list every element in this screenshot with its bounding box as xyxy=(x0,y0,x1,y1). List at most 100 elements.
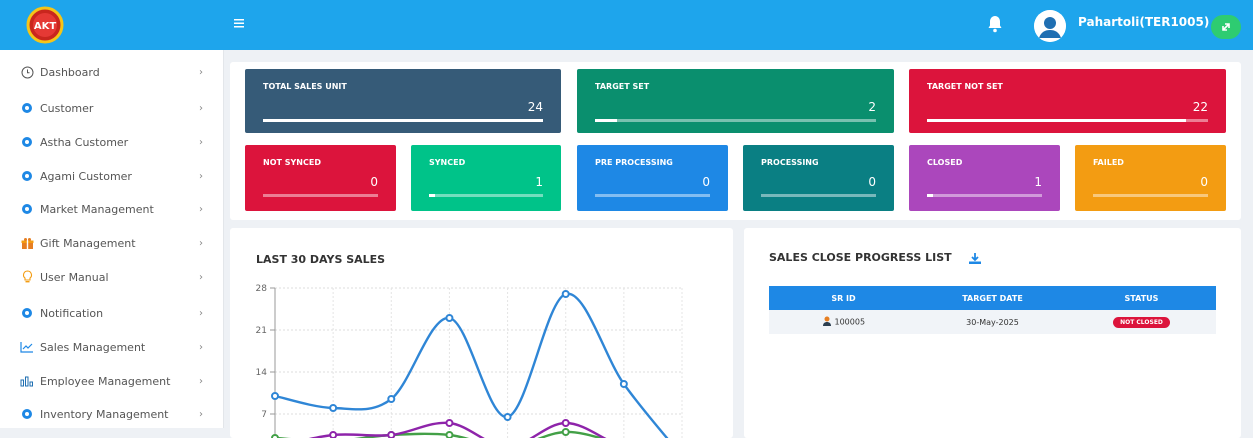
card-target-not-set[interactable]: TARGET NOT SET 22 xyxy=(909,69,1226,133)
data-point xyxy=(503,413,512,421)
data-point xyxy=(387,395,396,403)
chevron-right-icon: › xyxy=(199,102,203,114)
sidebar-item-customer[interactable]: Customer › xyxy=(0,91,224,125)
y-tick-label: 28 xyxy=(256,284,268,294)
close-progress-table: SR ID TARGET DATE STATUS 100005 30-May-2… xyxy=(769,286,1216,334)
card-value: 0 xyxy=(868,175,876,189)
sidebar-item-agami-customer[interactable]: Agami Customer › xyxy=(0,159,224,193)
card-value: 22 xyxy=(1192,100,1208,114)
sidebar-item-astha-customer[interactable]: Astha Customer › xyxy=(0,125,224,159)
circle-dot-icon xyxy=(20,135,34,149)
chevron-right-icon: › xyxy=(199,170,203,182)
sidebar-item-market-management[interactable]: Market Management › xyxy=(0,192,224,226)
card-progress-fill xyxy=(927,119,1186,122)
sidebar-item-notification[interactable]: Notification › xyxy=(0,296,224,330)
card-pre-processing[interactable]: PRE PROCESSING 0 xyxy=(577,145,728,211)
sidebar-item-label: Market Management xyxy=(40,202,154,216)
fullscreen-button[interactable] xyxy=(1211,15,1241,39)
card-processing[interactable]: PROCESSING 0 xyxy=(743,145,894,211)
card-not-synced[interactable]: NOT SYNCED 0 xyxy=(245,145,396,211)
card-title: PRE PROCESSING xyxy=(595,158,673,167)
card-value: 0 xyxy=(1200,175,1208,189)
card-title: PROCESSING xyxy=(761,158,819,167)
card-title: NOT SYNCED xyxy=(263,158,321,167)
card-progress-fill xyxy=(595,119,618,122)
y-tick-label: 21 xyxy=(256,326,267,336)
column-header: SR ID xyxy=(831,293,856,303)
y-tick-label: 14 xyxy=(256,368,268,378)
card-value: 24 xyxy=(527,100,543,114)
card-target-set[interactable]: TARGET SET 2 xyxy=(577,69,894,133)
stats-panel: TOTAL SALES UNIT 24 TARGET SET 2 TARGET … xyxy=(230,62,1241,220)
card-progress-fill xyxy=(263,119,543,122)
column-header: TARGET DATE xyxy=(962,293,1023,303)
data-point xyxy=(619,380,628,388)
top-bar: AKT Pahartoli(TER1005) xyxy=(0,0,1253,50)
sidebar-item-sales-management[interactable]: Sales Management › xyxy=(0,330,224,364)
card-closed[interactable]: CLOSED 1 xyxy=(909,145,1060,211)
card-title: TARGET SET xyxy=(595,82,650,91)
sidebar-item-inventory-management[interactable]: Inventory Management › xyxy=(0,397,224,431)
menu-toggle-icon[interactable] xyxy=(232,16,250,34)
circle-dot-icon xyxy=(20,407,34,421)
card-title: TOTAL SALES UNIT xyxy=(263,82,347,91)
sidebar-item-label: Gift Management xyxy=(40,236,136,250)
column-header: STATUS xyxy=(1124,293,1159,303)
user-name[interactable]: Pahartoli(TER1005) xyxy=(1078,15,1209,29)
series-line xyxy=(274,292,669,438)
chevron-right-icon: › xyxy=(199,408,203,420)
card-progress-bar xyxy=(595,119,876,122)
card-value: 0 xyxy=(370,175,378,189)
chevron-right-icon: › xyxy=(199,271,203,283)
bell-icon[interactable] xyxy=(987,14,1003,34)
clock-icon xyxy=(20,65,34,79)
circle-dot-icon xyxy=(20,202,34,216)
sr-id-cell: 100005 xyxy=(769,310,918,334)
sidebar-item-user-manual[interactable]: User Manual › xyxy=(0,260,224,294)
lightbulb-icon xyxy=(20,270,34,284)
sidebar-item-employee-management[interactable]: Employee Management › xyxy=(0,364,224,398)
table-row[interactable]: 100005 30-May-2025 NOT CLOSED xyxy=(769,310,1216,334)
gift-icon xyxy=(20,236,34,250)
sidebar-item-label: Customer xyxy=(40,101,94,115)
status-cell: NOT CLOSED xyxy=(1067,310,1216,334)
chart-title: LAST 30 DAYS SALES xyxy=(256,253,386,266)
card-progress-bar xyxy=(927,194,1042,197)
sidebar-item-gift-management[interactable]: Gift Management › xyxy=(0,226,224,260)
line-chart-icon xyxy=(20,340,34,354)
card-total-sales-unit[interactable]: TOTAL SALES UNIT 24 xyxy=(245,69,561,133)
table-header-row: SR ID TARGET DATE STATUS xyxy=(769,286,1216,310)
chevron-right-icon: › xyxy=(199,203,203,215)
sales-line-chart: 28 21 14 7 xyxy=(256,284,683,438)
data-point xyxy=(445,419,454,427)
chevron-right-icon: › xyxy=(199,66,203,78)
sr-id-value: 100005 xyxy=(834,317,866,327)
data-point xyxy=(561,290,570,298)
avatar[interactable] xyxy=(1034,10,1066,42)
sidebar-item-label: Employee Management xyxy=(40,374,171,388)
target-date-cell: 30-May-2025 xyxy=(966,317,1019,327)
card-title: FAILED xyxy=(1093,158,1124,167)
circle-dot-icon xyxy=(20,306,34,320)
card-progress-fill xyxy=(927,194,933,197)
logo-emblem: AKT xyxy=(26,6,64,44)
chevron-right-icon: › xyxy=(199,341,203,353)
company-logo[interactable]: AKT xyxy=(20,6,70,44)
sidebar-item-label: Sales Management xyxy=(40,340,146,354)
sidebar-item-dashboard[interactable]: Dashboard › xyxy=(0,55,224,89)
card-synced[interactable]: SYNCED 1 xyxy=(411,145,561,211)
download-icon[interactable] xyxy=(968,250,982,269)
expand-icon xyxy=(1222,23,1230,31)
sidebar: Dashboard › Customer › Astha Customer › … xyxy=(0,50,224,428)
sidebar-item-label: Astha Customer xyxy=(40,135,129,149)
status-badge: NOT CLOSED xyxy=(1113,316,1170,328)
circle-dot-icon xyxy=(20,101,34,115)
card-failed[interactable]: FAILED 0 xyxy=(1075,145,1226,211)
card-progress-fill xyxy=(429,194,435,197)
card-value: 2 xyxy=(868,100,876,114)
data-point xyxy=(445,314,454,322)
card-progress-bar xyxy=(761,194,876,197)
data-point xyxy=(387,431,396,438)
circle-dot-icon xyxy=(20,169,34,183)
user-icon xyxy=(822,316,832,328)
